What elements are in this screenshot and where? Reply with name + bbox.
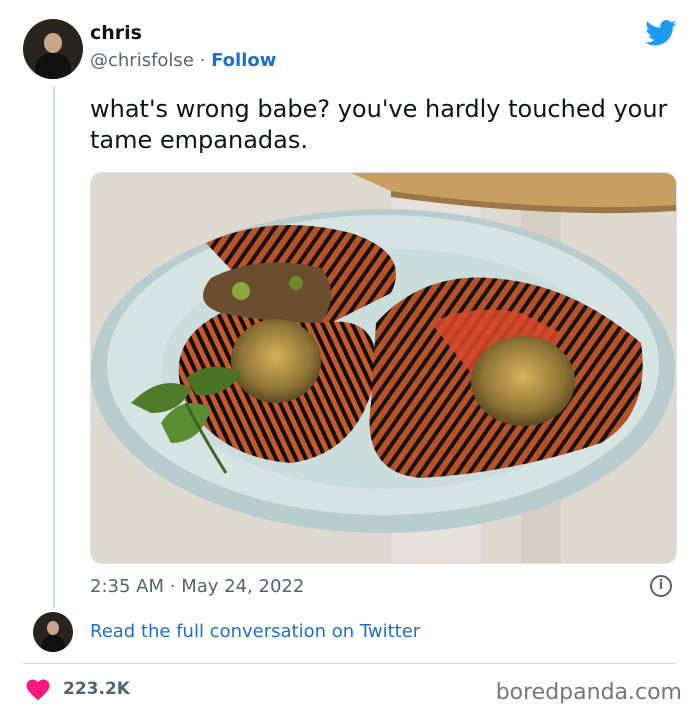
divider <box>23 663 677 664</box>
avatar-head <box>44 33 62 53</box>
handle-separator: · <box>199 50 206 71</box>
avatar-torso <box>35 53 71 79</box>
tweet-time: 2:35 AM <box>90 576 164 597</box>
avatar-torso <box>41 635 65 652</box>
empanadas-photo <box>91 173 676 563</box>
tweet-date: May 24, 2022 <box>181 576 305 597</box>
timestamp-separator: · <box>169 576 176 597</box>
embedded-tweet: chris @chrisfolse · Follow what's wrong … <box>0 0 700 717</box>
heart-icon[interactable] <box>26 679 50 701</box>
thread-line <box>53 86 55 608</box>
tweet-image[interactable] <box>90 172 677 564</box>
info-circle-icon[interactable]: i <box>650 575 672 597</box>
watermark-credit: boredpanda.com <box>495 680 682 705</box>
author-handle[interactable]: @chrisfolse <box>90 50 194 71</box>
read-conversation-link[interactable]: Read the full conversation on Twitter <box>90 621 420 642</box>
tweet-timestamp[interactable]: 2:35 AM · May 24, 2022 <box>90 576 304 597</box>
avatar-head <box>47 621 59 635</box>
author-handle-row: @chrisfolse · Follow <box>90 50 276 71</box>
like-count[interactable]: 223.2K <box>63 679 130 699</box>
twitter-bird-icon[interactable] <box>645 20 677 46</box>
reply-avatar[interactable] <box>33 612 73 652</box>
author-avatar[interactable] <box>23 19 83 79</box>
tweet-text: what's wrong babe? you've hardly touched… <box>90 95 668 154</box>
author-display-name[interactable]: chris <box>90 22 142 44</box>
follow-button[interactable]: Follow <box>211 50 276 71</box>
